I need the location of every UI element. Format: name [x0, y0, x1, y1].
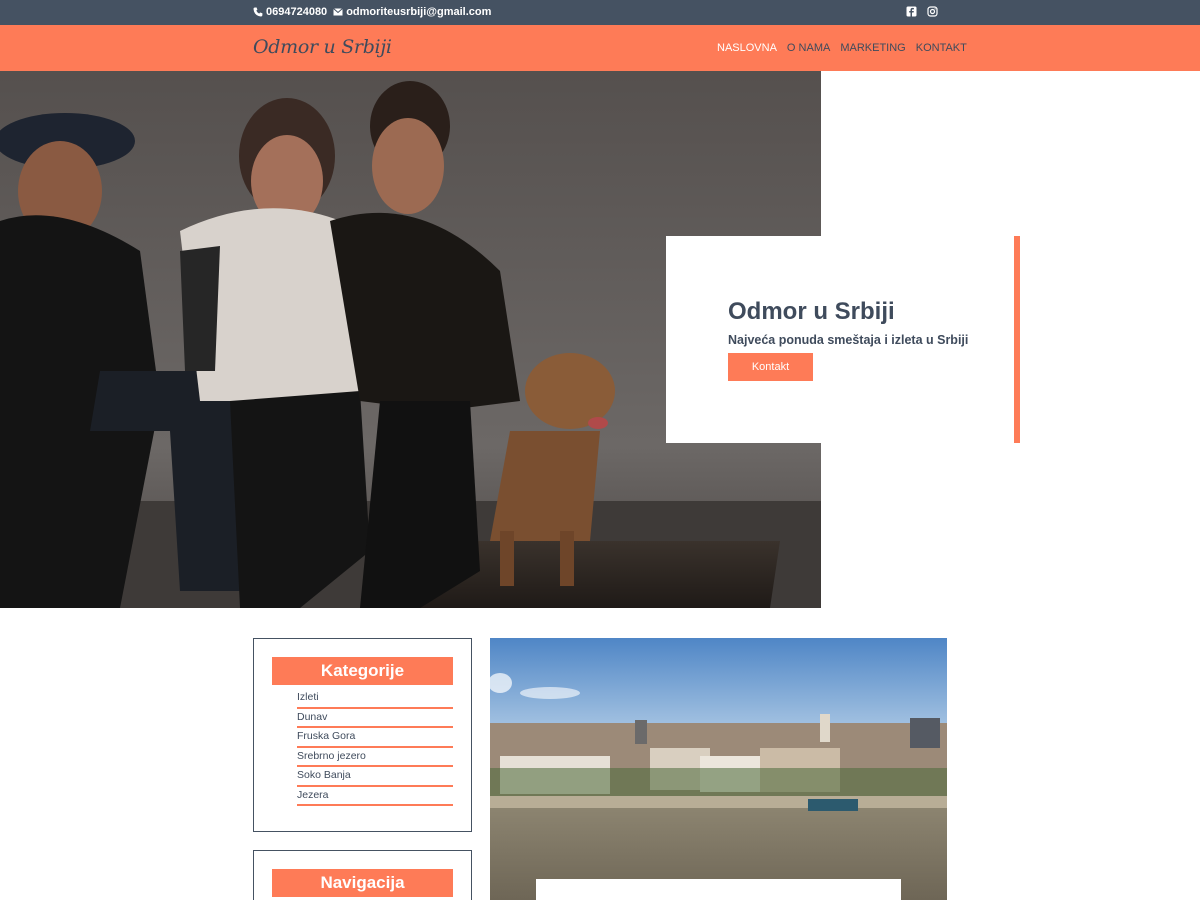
phone-icon	[253, 7, 263, 17]
brand-logo[interactable]: Odmor u Srbiji	[253, 36, 392, 58]
contact-info: 0694724080 odmoriteusrbiji@gmail.com	[253, 6, 491, 18]
instagram-icon[interactable]	[927, 6, 938, 17]
email-address[interactable]: odmoriteusrbiji@gmail.com	[346, 6, 491, 18]
category-item-fruska-gora[interactable]: Fruska Gora	[297, 728, 453, 748]
hero-title: Odmor u Srbiji	[728, 298, 895, 325]
category-item-izleti[interactable]: Izleti	[297, 689, 453, 709]
nav-item-marketing[interactable]: MARKETING	[840, 42, 905, 54]
category-item-srebrno-jezero[interactable]: Srebrno jezero	[297, 748, 453, 767]
nav-item-kontakt[interactable]: KONTAKT	[916, 42, 967, 54]
hero-card: Odmor u Srbiji Najveća ponuda smeštaja i…	[666, 236, 1020, 443]
top-bar: 0694724080 odmoriteusrbiji@gmail.com	[0, 0, 1200, 25]
category-item-soko-banja[interactable]: Soko Banja	[297, 767, 453, 787]
facebook-icon[interactable]	[906, 6, 917, 17]
categories-widget: Kategorije Izleti Dunav Fruska Gora Sreb…	[253, 638, 472, 832]
article-image[interactable]	[490, 638, 947, 900]
category-item-dunav[interactable]: Dunav	[297, 709, 453, 728]
navigation-heading: Navigacija	[272, 869, 453, 897]
main-menu: NASLOVNA O NAMA MARKETING KONTAKT	[717, 42, 967, 54]
navigation-widget: Navigacija	[253, 850, 472, 900]
nav-item-naslovna[interactable]: NASLOVNA	[717, 42, 777, 54]
article-card	[536, 879, 901, 900]
categories-list: Izleti Dunav Fruska Gora Srebrno jezero …	[297, 689, 453, 806]
nav-item-o-nama[interactable]: O NAMA	[787, 42, 830, 54]
social-links	[906, 6, 938, 17]
categories-heading: Kategorije	[272, 657, 453, 685]
category-item-jezera[interactable]: Jezera	[297, 787, 453, 806]
contact-button[interactable]: Kontakt	[728, 353, 813, 381]
envelope-icon	[333, 7, 344, 17]
main-navbar: Odmor u Srbiji NASLOVNA O NAMA MARKETING…	[0, 25, 1200, 71]
phone-number[interactable]: 0694724080	[266, 6, 327, 18]
hero-subtitle: Najveća ponuda smeštaja i izleta u Srbij…	[728, 333, 969, 347]
